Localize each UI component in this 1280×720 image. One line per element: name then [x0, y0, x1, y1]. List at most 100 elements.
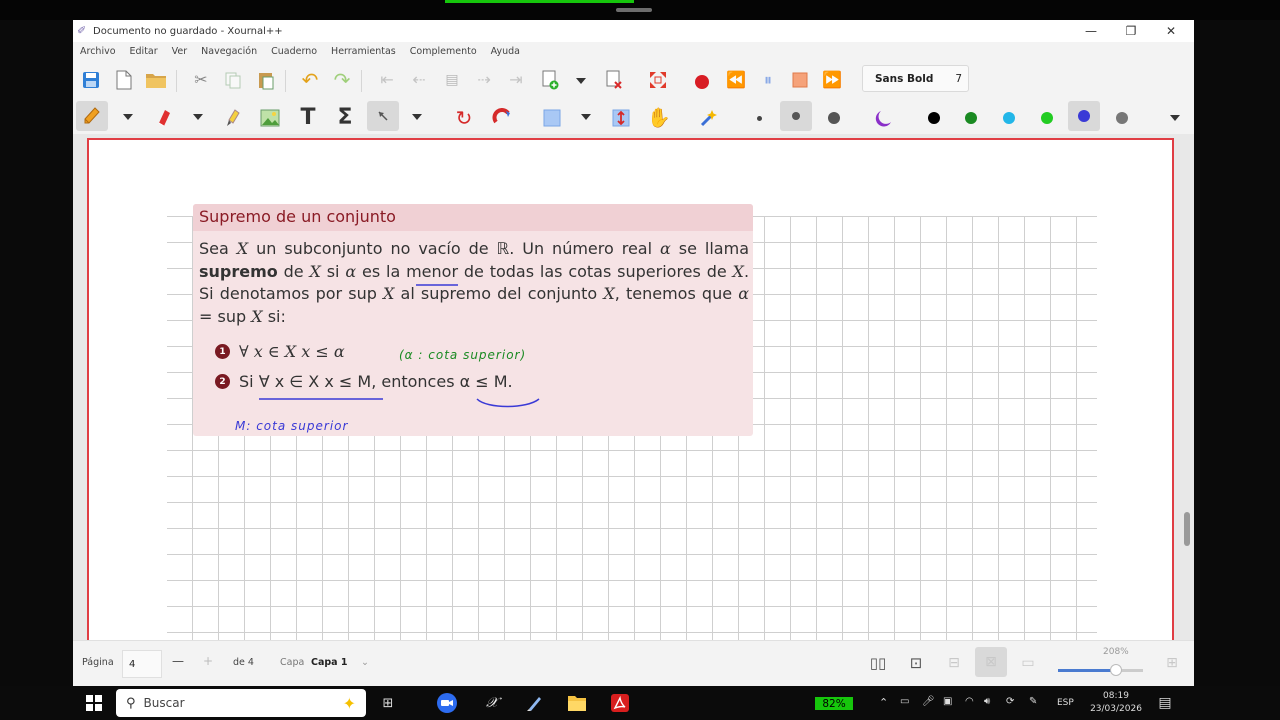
page-sheet[interactable]: Supremo de un conjunto Sea X un subconju…: [87, 138, 1174, 640]
zoom-slider-knob[interactable]: [1110, 664, 1122, 676]
select-object-tool-icon[interactable]: [367, 101, 399, 131]
highlighter-tool-icon[interactable]: [221, 106, 245, 130]
cut-icon[interactable]: ✂: [189, 68, 213, 92]
menu-archivo[interactable]: Archivo: [73, 46, 123, 57]
xournal-taskbar-icon[interactable]: 𝒳: [481, 692, 503, 714]
previous-page-icon[interactable]: ⇠: [407, 68, 431, 92]
microphone-icon[interactable]: 🎤︎: [922, 696, 935, 707]
camera-icon[interactable]: ▣: [943, 696, 952, 707]
language-indicator[interactable]: ESP: [1057, 698, 1074, 708]
paste-icon[interactable]: [254, 68, 278, 92]
close-button[interactable]: ✕: [1151, 20, 1191, 42]
wifi-icon[interactable]: ◠: [965, 696, 974, 707]
notifications-icon[interactable]: ▤: [1155, 692, 1175, 714]
fullscreen-icon[interactable]: [646, 68, 670, 92]
zoom-app-icon[interactable]: [436, 692, 458, 714]
thickness-thick-icon[interactable]: [828, 112, 840, 124]
color-lime-swatch[interactable]: [1041, 112, 1053, 124]
goto-page-icon[interactable]: ▤: [440, 68, 464, 92]
latex-tool-icon[interactable]: Σ: [333, 106, 357, 130]
pen-app-taskbar-icon[interactable]: [523, 692, 547, 714]
file-explorer-icon[interactable]: [565, 692, 589, 714]
zoom-fit-page-icon[interactable]: ⊠: [975, 647, 1007, 677]
zoom-out-icon[interactable]: ⊟: [942, 651, 966, 675]
battery-indicator[interactable]: 82%: [815, 697, 853, 710]
pen-tool-icon[interactable]: [76, 101, 108, 131]
fast-forward-icon[interactable]: ⏩: [820, 68, 844, 92]
laser-pointer-icon[interactable]: [697, 106, 721, 130]
new-document-icon[interactable]: [112, 68, 136, 92]
windows-start-icon[interactable]: [84, 692, 104, 714]
fill-color-icon[interactable]: [872, 106, 896, 130]
tray-expand-icon[interactable]: ⌃: [879, 696, 888, 709]
restore-button[interactable]: ❐: [1111, 20, 1151, 42]
layer-dropdown-icon[interactable]: ⌄: [361, 657, 369, 668]
rewind-icon[interactable]: ⏪: [724, 68, 748, 92]
acrobat-reader-icon[interactable]: [608, 692, 632, 714]
first-page-icon[interactable]: ⇤: [375, 68, 399, 92]
stop-icon[interactable]: [788, 68, 812, 92]
presentation-mode-icon[interactable]: ⊡: [904, 651, 928, 675]
page-number-input[interactable]: 4: [122, 650, 162, 678]
insert-page-icon[interactable]: [538, 68, 562, 92]
copy-icon[interactable]: [221, 68, 245, 92]
eraser-tool-icon[interactable]: [151, 106, 175, 130]
text-tool-icon[interactable]: T: [296, 106, 320, 130]
insert-page-dropdown-icon[interactable]: [576, 78, 586, 84]
color-blue-selected-button[interactable]: [1068, 101, 1100, 131]
taskbar-search-box[interactable]: ⚲ Buscar ✦: [116, 689, 366, 717]
menu-herramientas[interactable]: Herramientas: [324, 46, 403, 57]
eraser-dropdown-icon[interactable]: [193, 114, 203, 120]
image-tool-icon[interactable]: [258, 106, 282, 130]
thickness-fine-icon[interactable]: [757, 116, 762, 121]
menu-ver[interactable]: Ver: [165, 46, 195, 57]
menu-cuaderno[interactable]: Cuaderno: [264, 46, 324, 57]
page-increment-button[interactable]: +: [203, 654, 213, 668]
last-page-icon[interactable]: ⇥: [504, 68, 528, 92]
next-page-icon[interactable]: ⇢: [472, 68, 496, 92]
drag-handle[interactable]: [616, 8, 652, 12]
delete-page-icon[interactable]: [602, 68, 626, 92]
color-gray-swatch[interactable]: [1116, 112, 1128, 124]
color-cyan-swatch[interactable]: [1003, 112, 1015, 124]
menu-ayuda[interactable]: Ayuda: [484, 46, 527, 57]
toolbar-overflow-icon[interactable]: [1170, 115, 1180, 121]
zoom-in-icon[interactable]: ⊞: [1160, 651, 1184, 675]
shape-dropdown-icon[interactable]: [581, 114, 591, 120]
color-black-swatch[interactable]: [928, 112, 940, 124]
system-clock[interactable]: 08:19 23/03/2026: [1088, 690, 1144, 716]
save-icon[interactable]: [79, 68, 103, 92]
sync-icon[interactable]: ⟳: [1006, 696, 1014, 707]
zoom-slider-track[interactable]: [1058, 669, 1143, 672]
two-page-view-icon[interactable]: ▯▯: [866, 651, 890, 675]
page-decrement-button[interactable]: —: [172, 654, 184, 668]
vertical-space-icon[interactable]: [609, 106, 633, 130]
grid-snap-magnet-icon[interactable]: [490, 106, 514, 130]
record-icon[interactable]: [695, 75, 709, 89]
definition-box[interactable]: Supremo de un conjunto Sea X un subconju…: [193, 204, 753, 436]
shape-rectangle-icon[interactable]: [540, 106, 564, 130]
open-folder-icon[interactable]: [144, 68, 168, 92]
menu-navegacion[interactable]: Navegación: [194, 46, 264, 57]
pen-tray-icon[interactable]: ✎: [1029, 696, 1037, 707]
battery-tray-icon[interactable]: ▭: [900, 696, 909, 707]
thickness-medium-button[interactable]: [780, 101, 812, 131]
layer-selector[interactable]: Capa 1: [311, 657, 348, 668]
zoom-fit-width-icon[interactable]: ▭: [1016, 651, 1040, 675]
undo-icon[interactable]: ↶: [298, 68, 322, 92]
select-dropdown-icon[interactable]: [412, 114, 422, 120]
color-green-swatch[interactable]: [965, 112, 977, 124]
menu-editar[interactable]: Editar: [123, 46, 165, 57]
redo-icon[interactable]: ↷: [330, 68, 354, 92]
document-canvas[interactable]: Supremo de un conjunto Sea X un subconju…: [73, 134, 1194, 640]
minimize-button[interactable]: —: [1071, 20, 1111, 42]
pause-icon[interactable]: ⏸: [756, 68, 780, 92]
volume-icon[interactable]: 🔊︎: [984, 696, 990, 707]
menu-complemento[interactable]: Complemento: [403, 46, 484, 57]
task-view-icon[interactable]: ⊞: [378, 692, 398, 714]
rotate-snap-icon[interactable]: ↻: [452, 106, 476, 130]
font-selector-button[interactable]: Sans Bold 7: [862, 65, 969, 92]
pen-dropdown-icon[interactable]: [123, 114, 133, 120]
vertical-scrollbar-thumb[interactable]: [1184, 512, 1190, 546]
hand-tool-icon[interactable]: ✋: [647, 106, 671, 130]
